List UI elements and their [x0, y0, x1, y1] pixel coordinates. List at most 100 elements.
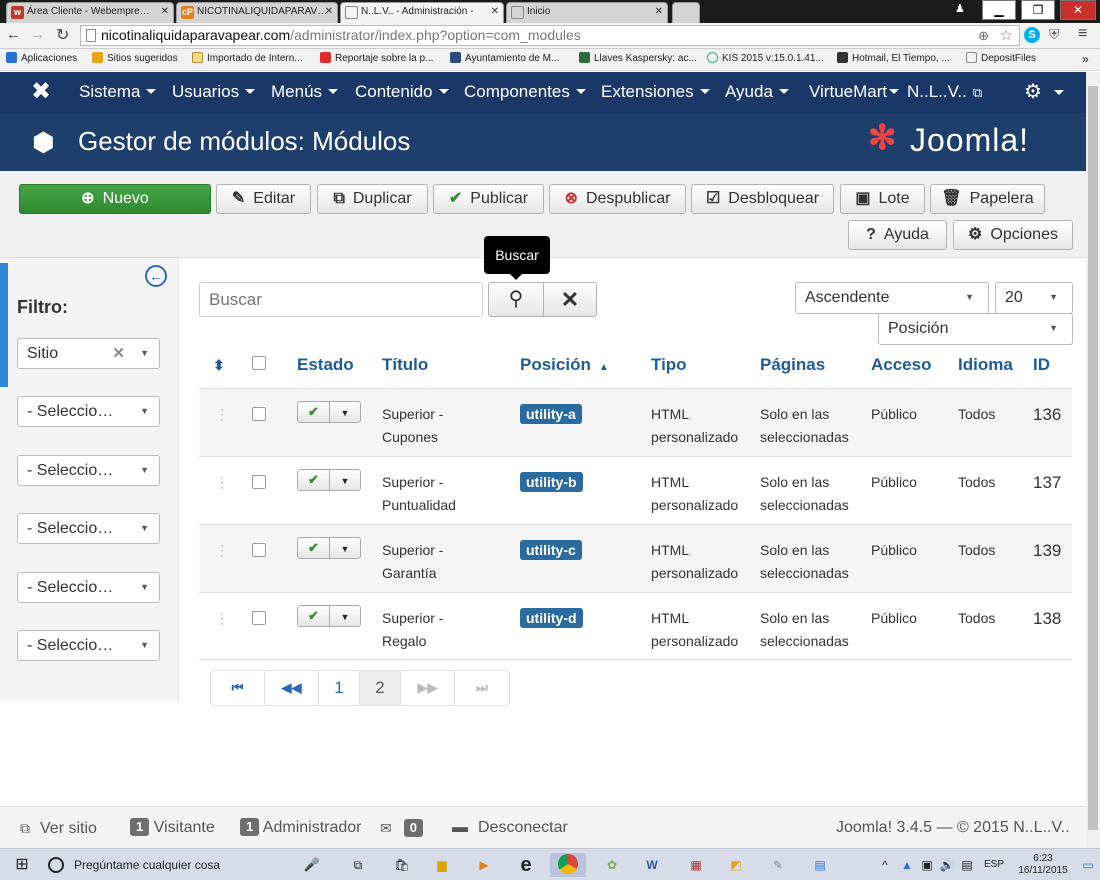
access-filter-select[interactable]: - Seleccio… ▼: [17, 572, 160, 603]
publish-button[interactable]: ✔ Publicar: [433, 184, 544, 214]
restore-icon[interactable]: ❐: [1021, 0, 1055, 20]
row-checkbox[interactable]: [252, 406, 266, 421]
nav-item-ayuda[interactable]: Ayuda: [725, 72, 789, 112]
view-site-link[interactable]: ⧉ Ver sitio: [20, 807, 97, 850]
position-filter-select[interactable]: - Seleccio… ▼: [17, 455, 160, 486]
edge-icon[interactable]: e: [514, 853, 538, 877]
nav-item-extensiones[interactable]: Extensiones: [601, 72, 710, 112]
chrome-icon[interactable]: [550, 853, 586, 877]
app-icon[interactable]: ✎: [766, 853, 790, 877]
media-icon[interactable]: ▶: [472, 853, 496, 877]
windows-start-icon[interactable]: ⊞: [10, 853, 34, 877]
microphone-icon[interactable]: 🎤: [304, 853, 320, 877]
close-window-icon[interactable]: ✕: [1060, 0, 1096, 20]
module-title-link[interactable]: Regalo: [382, 633, 426, 649]
column-header-pages[interactable]: Páginas: [760, 343, 871, 389]
app-icon[interactable]: ▤: [808, 853, 832, 877]
back-icon[interactable]: ←: [6, 26, 21, 43]
task-view-icon[interactable]: ⧉: [346, 853, 370, 877]
status-toggle[interactable]: ✔ ▼: [297, 468, 361, 491]
action-center-icon[interactable]: ▭: [1080, 853, 1096, 877]
browser-tab[interactable]: w Área Cliente - Webempre… ✕: [6, 2, 174, 23]
column-header-language[interactable]: Idioma: [958, 343, 1033, 389]
nav-item-usuarios[interactable]: Usuarios: [172, 72, 256, 112]
trash-button[interactable]: 🗑 Papelera: [930, 184, 1045, 214]
menu-icon[interactable]: ≡: [1078, 25, 1087, 43]
nav-site-link[interactable]: N..L..V.. ⧉: [907, 72, 982, 113]
column-header-status[interactable]: Estado: [297, 343, 382, 389]
skype-icon[interactable]: S: [1024, 27, 1040, 43]
unpublish-button[interactable]: ⊗ Despublicar: [549, 184, 686, 214]
module-title-link[interactable]: Superior -: [382, 610, 443, 626]
module-title-link[interactable]: Garantía: [382, 565, 436, 581]
clear-icon[interactable]: ✕: [112, 339, 125, 368]
options-button[interactable]: ⚙ Opciones: [953, 220, 1073, 250]
sort-icon[interactable]: ⬍: [213, 357, 225, 373]
nav-item-componentes[interactable]: Componentes: [464, 72, 586, 112]
new-tab-button[interactable]: [672, 2, 700, 23]
order-direction-select[interactable]: Ascendente ▼: [795, 282, 989, 314]
store-icon[interactable]: 🛍: [390, 853, 414, 877]
drag-handle-icon[interactable]: ⋮: [215, 542, 229, 558]
help-button[interactable]: ? Ayuda: [848, 220, 947, 250]
more-bookmarks-icon[interactable]: »: [1082, 49, 1089, 69]
forward-icon[interactable]: →: [30, 26, 45, 43]
clock[interactable]: 6:23 16/11/2015: [1012, 853, 1074, 877]
tray-app-icon[interactable]: ▲: [898, 853, 916, 877]
zoom-icon[interactable]: ⊕: [978, 26, 989, 45]
module-title-link[interactable]: Superior -: [382, 406, 443, 422]
module-title-link[interactable]: Superior -: [382, 474, 443, 490]
app-icon[interactable]: ◩: [724, 853, 748, 877]
bookmark-item[interactable]: Ayuntamiento de M...: [450, 49, 559, 69]
bookmark-apps[interactable]: Aplicaciones: [6, 49, 77, 69]
network-icon[interactable]: ▣: [918, 853, 936, 877]
column-header-access[interactable]: Acceso: [871, 343, 958, 389]
cortana-search[interactable]: Pregúntame cualquier cosa 🎤: [48, 853, 320, 877]
close-tab-icon[interactable]: ✕: [325, 3, 333, 21]
nav-item-virtuemart[interactable]: VirtueMart: [809, 72, 900, 112]
notification-icon[interactable]: ▤: [958, 853, 976, 877]
browser-tab-active[interactable]: N..L.V.. - Administración - ✕: [340, 2, 504, 23]
bookmark-item[interactable]: DepositFiles: [966, 49, 1036, 69]
close-tab-icon[interactable]: ✕: [491, 3, 499, 21]
settings-menu[interactable]: ⚙: [1024, 72, 1064, 112]
messages-status[interactable]: ✉ 0: [380, 807, 423, 850]
column-header-title[interactable]: Título: [382, 343, 520, 389]
drag-handle-icon[interactable]: ⋮: [215, 474, 229, 490]
url-input[interactable]: nicotinaliquidaparavapear.com/administra…: [80, 25, 1020, 46]
search-input[interactable]: [199, 282, 483, 317]
archive-icon[interactable]: ▦: [684, 853, 708, 877]
row-checkbox[interactable]: [252, 474, 266, 489]
row-checkbox[interactable]: [252, 610, 266, 625]
module-title-link[interactable]: Cupones: [382, 429, 438, 445]
word-icon[interactable]: W: [640, 853, 664, 877]
module-title-link[interactable]: Puntualidad: [382, 497, 456, 513]
nav-item-menus[interactable]: Menús: [271, 72, 339, 112]
drag-handle-icon[interactable]: ⋮: [215, 610, 229, 626]
language-filter-select[interactable]: - Seleccio… ▼: [17, 630, 160, 661]
bookmark-item[interactable]: Hotmail, El Tiempo, ...: [837, 49, 950, 69]
collapse-sidebar-icon[interactable]: ←: [145, 265, 167, 287]
user-icon[interactable]: ♟: [955, 2, 965, 15]
state-filter-select[interactable]: - Seleccio… ▼: [17, 396, 160, 427]
bookmark-item[interactable]: KIS 2015 v:15.0.1.41...: [707, 49, 824, 69]
duplicate-button[interactable]: ⧉ Duplicar: [317, 184, 428, 214]
close-tab-icon[interactable]: ✕: [161, 3, 169, 21]
column-header-id[interactable]: ID: [1033, 343, 1072, 389]
checkin-button[interactable]: ☑ Desbloquear: [691, 184, 834, 214]
minimize-icon[interactable]: ▁: [982, 0, 1016, 20]
column-header-type[interactable]: Tipo: [651, 343, 760, 389]
nav-item-sistema[interactable]: Sistema: [79, 72, 157, 112]
status-toggle[interactable]: ✔ ▼: [297, 536, 361, 559]
language-indicator[interactable]: ESP: [980, 853, 1008, 877]
row-checkbox[interactable]: [252, 542, 266, 557]
file-explorer-icon[interactable]: ▆: [430, 853, 454, 877]
bookmark-item[interactable]: Importado de Intern...: [192, 49, 303, 69]
status-toggle[interactable]: ✔ ▼: [297, 604, 361, 627]
module-title-link[interactable]: Superior -: [382, 542, 443, 558]
drag-handle-icon[interactable]: ⋮: [215, 406, 229, 422]
clear-search-button[interactable]: ✕: [543, 282, 597, 317]
star-icon[interactable]: ☆: [1000, 26, 1013, 45]
order-by-select[interactable]: Posición ▼: [878, 313, 1073, 345]
first-page-icon[interactable]: ⏮: [211, 671, 265, 705]
